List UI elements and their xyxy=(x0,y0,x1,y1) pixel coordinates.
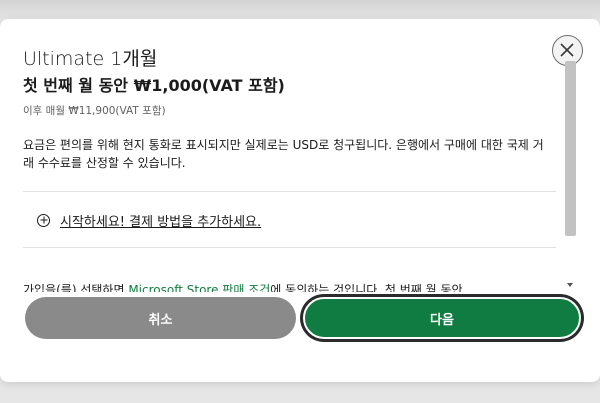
terms-prefix: 가입을(를) 선택하면 xyxy=(23,283,129,292)
terms-suffix: 에 동의하는 것입니다. 첫 번째 월 동안 xyxy=(270,283,463,292)
chevron-down-icon[interactable] xyxy=(566,281,574,289)
dialog-footer: 취소 다음 xyxy=(0,292,600,382)
add-payment-label: 시작하세요! 결제 방법을 추가하세요. xyxy=(60,214,262,230)
add-payment-method-link[interactable]: 시작하세요! 결제 방법을 추가하세요. xyxy=(37,209,261,231)
subscription-dialog: Ultimate 1개월 첫 번째 월 동안 ₩1,000(VAT 포함) 이후… xyxy=(0,19,600,382)
divider xyxy=(23,191,556,192)
intro-price: 첫 번째 월 동안 ₩1,000(VAT 포함) xyxy=(23,76,285,95)
terms-text: 가입을(를) 선택하면 Microsoft Store 판매 조건에 동의하는 … xyxy=(23,281,562,292)
conditions-link[interactable]: 조건 xyxy=(248,283,270,292)
regular-price: 이후 매월 ₩11,900(VAT 포함) xyxy=(23,105,166,117)
divider xyxy=(23,247,556,248)
dialog-content: Ultimate 1개월 첫 번째 월 동안 ₩1,000(VAT 포함) 이후… xyxy=(0,19,562,292)
cancel-button[interactable]: 취소 xyxy=(25,297,296,339)
currency-notice: 요금은 편의를 위해 현지 통화로 표시되지만 실제로는 USD로 청구됩니다.… xyxy=(23,138,544,170)
plus-circle-icon xyxy=(37,213,50,227)
scrollbar-thumb[interactable] xyxy=(565,61,576,236)
store-terms-link[interactable]: Microsoft Store 판매 xyxy=(128,283,244,292)
plan-name: Ultimate 1개월 xyxy=(23,48,158,70)
scrollbar[interactable] xyxy=(563,53,577,293)
backdrop xyxy=(0,0,600,18)
next-button[interactable]: 다음 xyxy=(303,297,581,339)
